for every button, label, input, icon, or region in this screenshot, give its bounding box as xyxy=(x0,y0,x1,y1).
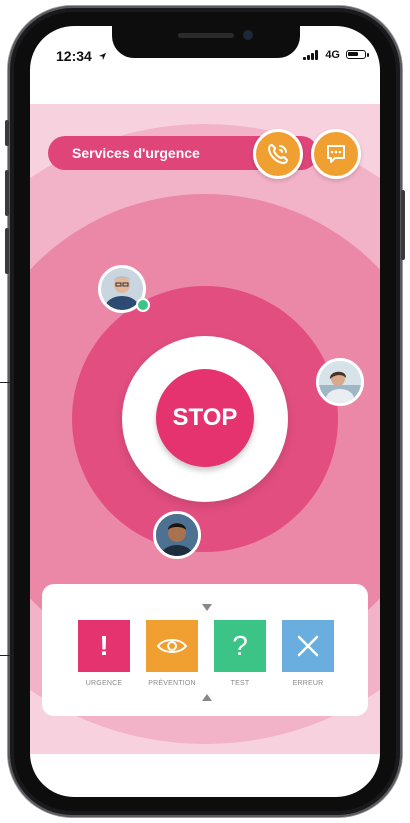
chat-icon xyxy=(327,145,345,163)
scroll-down-arrow-icon[interactable] xyxy=(202,604,212,611)
online-status-dot xyxy=(136,298,150,312)
stop-button[interactable]: STOP xyxy=(156,369,254,467)
power-button xyxy=(401,190,405,260)
signal-icon xyxy=(303,50,318,60)
battery-level xyxy=(348,52,358,56)
services-label: Services d'urgence xyxy=(72,145,200,161)
exclamation-icon: ! xyxy=(99,630,109,661)
question-icon: ? xyxy=(232,630,248,661)
contact-avatar-young-man[interactable] xyxy=(153,511,201,559)
volume-up-button xyxy=(5,170,9,216)
erreur-tile[interactable] xyxy=(282,620,334,672)
mode-label: URGENCE xyxy=(85,680,123,687)
eye-icon xyxy=(156,639,188,653)
urgence-tile[interactable]: ! xyxy=(78,620,130,672)
mode-test[interactable]: ? TEST xyxy=(214,620,266,687)
contact-avatar-woman[interactable] xyxy=(316,358,364,406)
annotation-line xyxy=(0,655,14,656)
battery-icon xyxy=(346,50,369,59)
phone-screen: 12:34 4G Services d'urgence STOP ! URGEN… xyxy=(30,26,380,797)
close-icon xyxy=(297,635,319,657)
speaker xyxy=(178,33,234,38)
silent-switch xyxy=(5,120,9,146)
mode-prevention[interactable]: PRÉVENTION xyxy=(146,620,198,687)
time-text: 12:34 xyxy=(56,48,92,64)
scroll-up-arrow-icon[interactable] xyxy=(202,694,212,701)
prevention-tile[interactable] xyxy=(146,620,198,672)
network-type: 4G xyxy=(325,49,340,61)
phone-call-icon xyxy=(268,144,288,164)
mode-urgence[interactable]: ! URGENCE xyxy=(78,620,130,687)
message-button[interactable] xyxy=(311,129,361,179)
stop-label: STOP xyxy=(172,404,238,431)
person-icon xyxy=(156,514,198,556)
annotation-line xyxy=(0,382,14,383)
front-camera xyxy=(243,30,253,40)
notch xyxy=(112,26,300,58)
mode-label: ERREUR xyxy=(292,680,324,687)
mode-label: TEST xyxy=(230,680,250,687)
location-arrow-icon xyxy=(98,52,106,61)
call-button[interactable] xyxy=(253,129,303,179)
mode-selector-panel: ! URGENCE PRÉVENTION ? TEST ERREUR xyxy=(42,584,368,716)
test-tile[interactable]: ? xyxy=(214,620,266,672)
mode-erreur[interactable]: ERREUR xyxy=(282,620,334,687)
app-content: Services d'urgence STOP ! URGENCE PRÉVEN… xyxy=(30,104,380,754)
volume-down-button xyxy=(5,228,9,274)
mode-label: PRÉVENTION xyxy=(148,680,196,687)
status-time: 12:34 xyxy=(56,48,107,64)
person-icon xyxy=(319,361,361,403)
